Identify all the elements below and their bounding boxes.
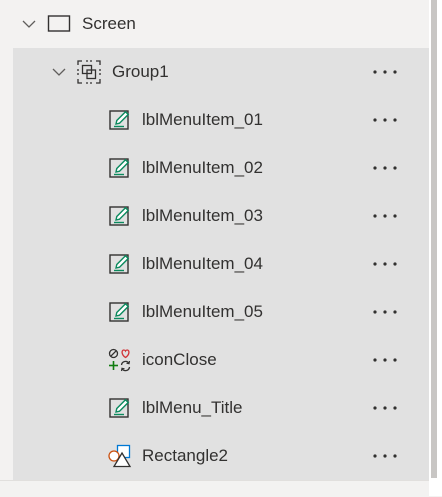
more-icon: [373, 118, 397, 122]
label-edit-icon: [109, 158, 130, 178]
tree-view-panel: Screen Group1 lblMenuItem_01 lblMenuItem…: [13, 0, 429, 480]
vertical-scrollbar[interactable]: [429, 0, 442, 496]
tree-node-label: lblMenu_Title: [142, 398, 243, 417]
more-options-button[interactable]: [368, 396, 402, 420]
group-icon: [77, 60, 101, 84]
more-options-button[interactable]: [368, 108, 402, 132]
tree-node-item[interactable]: lblMenuItem_04: [13, 240, 429, 288]
tree-node-label: lblMenuItem_01: [142, 110, 263, 129]
more-options-button[interactable]: [368, 252, 402, 276]
tree-node-label: Rectangle2: [142, 446, 229, 465]
more-options-button[interactable]: [368, 60, 402, 84]
tree-node-label: lblMenuItem_02: [142, 158, 263, 177]
tree-node-screen[interactable]: Screen: [13, 0, 429, 48]
icons-control-icon: [108, 348, 131, 372]
tree-node-label: lblMenuItem_03: [142, 206, 263, 225]
more-options-button[interactable]: [368, 156, 402, 180]
tree-node-item[interactable]: lblMenu_Title: [13, 384, 429, 432]
more-options-button[interactable]: [368, 300, 402, 324]
chevron-down-icon[interactable]: [51, 64, 67, 80]
more-icon: [373, 310, 397, 314]
more-icon: [373, 406, 397, 410]
tree-node-label: lblMenuItem_05: [142, 302, 263, 321]
tree-node-item[interactable]: Rectangle2: [13, 432, 429, 480]
label-edit-icon: [109, 302, 130, 322]
more-icon: [373, 358, 397, 362]
chevron-down-icon[interactable]: [21, 16, 37, 32]
more-icon: [373, 262, 397, 266]
label-edit-icon: [109, 398, 130, 418]
more-options-button[interactable]: [368, 444, 402, 468]
tree-node-item[interactable]: iconClose: [13, 336, 429, 384]
tree-node-item[interactable]: lblMenuItem_01: [13, 96, 429, 144]
label-edit-icon: [109, 254, 130, 274]
tree-node-item[interactable]: lblMenuItem_02: [13, 144, 429, 192]
tree-node-item[interactable]: lblMenuItem_03: [13, 192, 429, 240]
scrollbar-thumb[interactable]: [431, 0, 437, 478]
tree-node-group[interactable]: Group1: [13, 48, 429, 96]
shapes-icon: [108, 444, 132, 468]
more-icon: [373, 454, 397, 458]
label-edit-icon: [109, 110, 130, 130]
tree-node-label: Screen: [82, 14, 136, 33]
screen-icon: [47, 15, 71, 32]
panel-footer-strip: [0, 480, 429, 497]
tree-node-item[interactable]: lblMenuItem_05: [13, 288, 429, 336]
more-options-button[interactable]: [368, 348, 402, 372]
more-options-button[interactable]: [368, 204, 402, 228]
label-edit-icon: [109, 206, 130, 226]
tree-node-label: iconClose: [142, 350, 217, 369]
tree-node-label: lblMenuItem_04: [142, 254, 263, 273]
more-icon: [373, 166, 397, 170]
tree-node-label: Group1: [112, 62, 169, 81]
more-icon: [373, 70, 397, 74]
more-icon: [373, 214, 397, 218]
